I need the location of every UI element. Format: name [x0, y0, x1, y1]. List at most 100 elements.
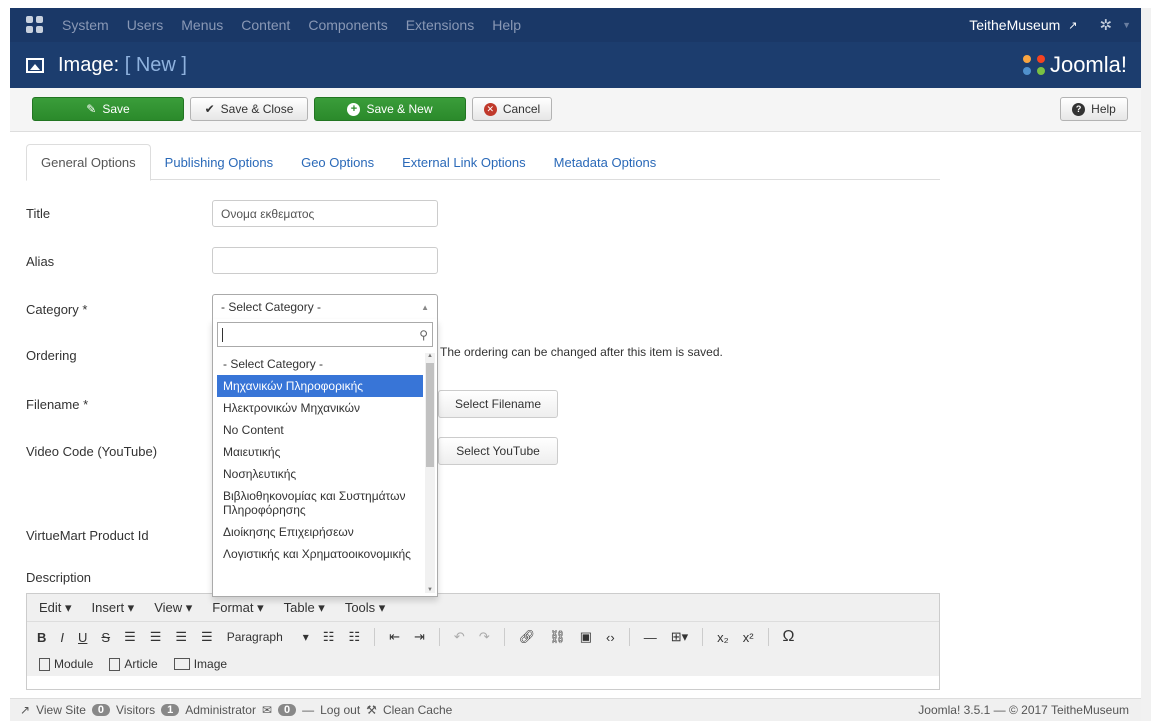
tab-publishing-options[interactable]: Publishing Options	[151, 144, 287, 180]
tab-geo-options[interactable]: Geo Options	[287, 144, 388, 180]
category-option-list: - Select Category - Μηχανικών Πληροφορικ…	[217, 353, 423, 565]
top-navbar: System Users Menus Content Components Ex…	[10, 8, 1141, 42]
category-option[interactable]: - Select Category -	[217, 353, 423, 375]
title-label: Title	[26, 206, 51, 221]
category-option-selected[interactable]: Μηχανικών Πληροφορικής	[217, 375, 423, 397]
save-close-button[interactable]: ✔ Save & Close	[190, 97, 308, 121]
category-option[interactable]: Διοίκησης Επιχειρήσεων	[217, 521, 423, 543]
align-right-icon[interactable]: ☰	[175, 629, 187, 645]
category-select[interactable]: - Select Category - ▲	[212, 294, 438, 320]
save-button[interactable]: ✎ Save	[32, 97, 184, 121]
superscript-icon[interactable]: x²	[743, 630, 754, 645]
align-justify-icon[interactable]: ☰	[201, 629, 213, 645]
menu-extensions[interactable]: Extensions	[406, 17, 474, 33]
menu-menus[interactable]: Menus	[181, 17, 223, 33]
underline-icon[interactable]: U	[78, 630, 87, 645]
messages-count-badge: 0	[278, 704, 297, 716]
category-option[interactable]: No Content	[217, 419, 423, 441]
editor-menu-edit[interactable]: Edit ▾	[39, 600, 72, 616]
tab-external-link-options[interactable]: External Link Options	[388, 144, 540, 180]
toolbar-divider	[767, 628, 769, 646]
outdent-icon[interactable]: ⇤	[389, 629, 400, 645]
menu-help[interactable]: Help	[492, 17, 521, 33]
clean-cache-link[interactable]: Clean Cache	[383, 703, 452, 717]
alias-input[interactable]	[212, 247, 438, 274]
select-youtube-button[interactable]: Select YouTube	[438, 437, 558, 465]
code-icon[interactable]: ‹›	[606, 630, 615, 645]
table-icon[interactable]: ⊞▾	[671, 629, 688, 645]
category-search-input[interactable]: ⚲	[217, 322, 433, 347]
virtuemart-label: VirtueMart Product Id	[26, 528, 149, 543]
scrollbar-thumb[interactable]	[426, 363, 434, 467]
align-center-icon[interactable]: ☰	[150, 629, 162, 645]
page-scrollbar[interactable]	[1141, 8, 1151, 721]
site-name-link[interactable]: TeitheMuseum	[969, 17, 1060, 33]
help-button[interactable]: ? Help	[1060, 97, 1128, 121]
logout-link[interactable]: Log out	[320, 703, 360, 717]
subscript-icon[interactable]: x₂	[717, 630, 729, 645]
status-bar: ↗ View Site 0 Visitors 1 Administrator ✉…	[10, 698, 1141, 721]
menu-users[interactable]: Users	[127, 17, 164, 33]
main-menu: System Users Menus Content Components Ex…	[62, 17, 521, 33]
admin-count-badge: 1	[161, 704, 180, 716]
editor-menu-table[interactable]: Table ▾	[284, 600, 325, 616]
page-title: Image: [ New ]	[58, 53, 187, 76]
envelope-icon[interactable]: ✉	[262, 703, 272, 717]
select-filename-button[interactable]: Select Filename	[438, 390, 558, 418]
editor-menu-insert[interactable]: Insert ▾	[92, 600, 135, 616]
editor-menu-view[interactable]: View ▾	[154, 600, 192, 616]
chevron-up-icon: ▲	[421, 302, 429, 312]
redo-icon[interactable]: ↷	[479, 629, 490, 645]
chevron-down-icon[interactable]: ▼	[1122, 20, 1131, 30]
insert-article-button[interactable]: Article	[109, 657, 158, 671]
italic-icon[interactable]: I	[60, 630, 64, 645]
chevron-down-icon: ▾	[302, 630, 309, 644]
visitors-label: Visitors	[116, 703, 156, 717]
category-option[interactable]: Νοσηλευτικής	[217, 463, 423, 485]
numbered-list-icon[interactable]: ☷	[348, 629, 360, 645]
view-site-link[interactable]: View Site	[36, 703, 86, 717]
toolbar: ✎ Save ✔ Save & Close + Save & New ✕ Can…	[10, 88, 1141, 132]
gear-icon[interactable]: ✲	[1100, 16, 1113, 34]
special-character-icon[interactable]: Ω	[783, 628, 795, 646]
align-left-icon[interactable]: ☰	[124, 629, 136, 645]
unlink-icon[interactable]: ⛓︎	[549, 629, 566, 645]
editor-insert-bar: Module Article Image	[27, 652, 939, 676]
save-new-button[interactable]: + Save & New	[314, 97, 466, 121]
indent-icon[interactable]: ⇥	[414, 629, 425, 645]
editor-toolbar: B I U S ☰ ☰ ☰ ☰ Paragraph ▾ ☷ ☷ ⇤ ⇥ ↶ ↷ 🔗…	[27, 622, 939, 652]
plus-icon: +	[347, 102, 361, 116]
tab-general-options[interactable]: General Options	[26, 144, 151, 181]
insert-module-button[interactable]: Module	[39, 657, 93, 671]
editor-menu-format[interactable]: Format ▾	[212, 600, 263, 616]
bold-icon[interactable]: B	[37, 630, 46, 645]
picture-icon	[173, 658, 190, 670]
horizontal-rule-icon[interactable]: —	[644, 630, 657, 645]
link-icon[interactable]: 🔗︎	[519, 629, 536, 645]
category-option[interactable]: Ηλεκτρονικών Μηχανικών	[217, 397, 423, 419]
dropdown-scrollbar[interactable]: ▲ ▼	[425, 353, 435, 593]
menu-components[interactable]: Components	[308, 17, 387, 33]
category-option[interactable]: Λογιστικής και Χρηματοοικονομικής	[217, 543, 423, 565]
menu-content[interactable]: Content	[241, 17, 290, 33]
cancel-button[interactable]: ✕ Cancel	[472, 97, 552, 121]
category-option[interactable]: Μαιευτικής	[217, 441, 423, 463]
scroll-up-icon[interactable]: ▲	[425, 353, 435, 359]
scroll-down-icon[interactable]: ▼	[425, 587, 435, 593]
undo-icon[interactable]: ↶	[454, 629, 465, 645]
insert-image-button[interactable]: Image	[173, 657, 227, 671]
toolbar-divider	[702, 628, 704, 646]
title-input[interactable]: Ονομα εκθεματος	[212, 200, 438, 227]
visitors-count-badge: 0	[91, 704, 110, 716]
menu-system[interactable]: System	[62, 17, 109, 33]
strikethrough-icon[interactable]: S	[101, 630, 110, 645]
tab-metadata-options[interactable]: Metadata Options	[540, 144, 671, 180]
insert-image-icon[interactable]: ▣	[580, 629, 592, 645]
category-option[interactable]: Βιβλιοθηκονομίας και Συστημάτων Πληροφόρ…	[217, 485, 423, 521]
paragraph-select[interactable]: Paragraph ▾	[227, 630, 309, 644]
bullet-list-icon[interactable]: ☷	[323, 629, 335, 645]
joomla-logo-icon[interactable]	[26, 16, 44, 34]
editor-menu-tools[interactable]: Tools ▾	[345, 600, 386, 616]
document-plus-icon	[39, 657, 50, 671]
image-icon	[26, 57, 44, 73]
